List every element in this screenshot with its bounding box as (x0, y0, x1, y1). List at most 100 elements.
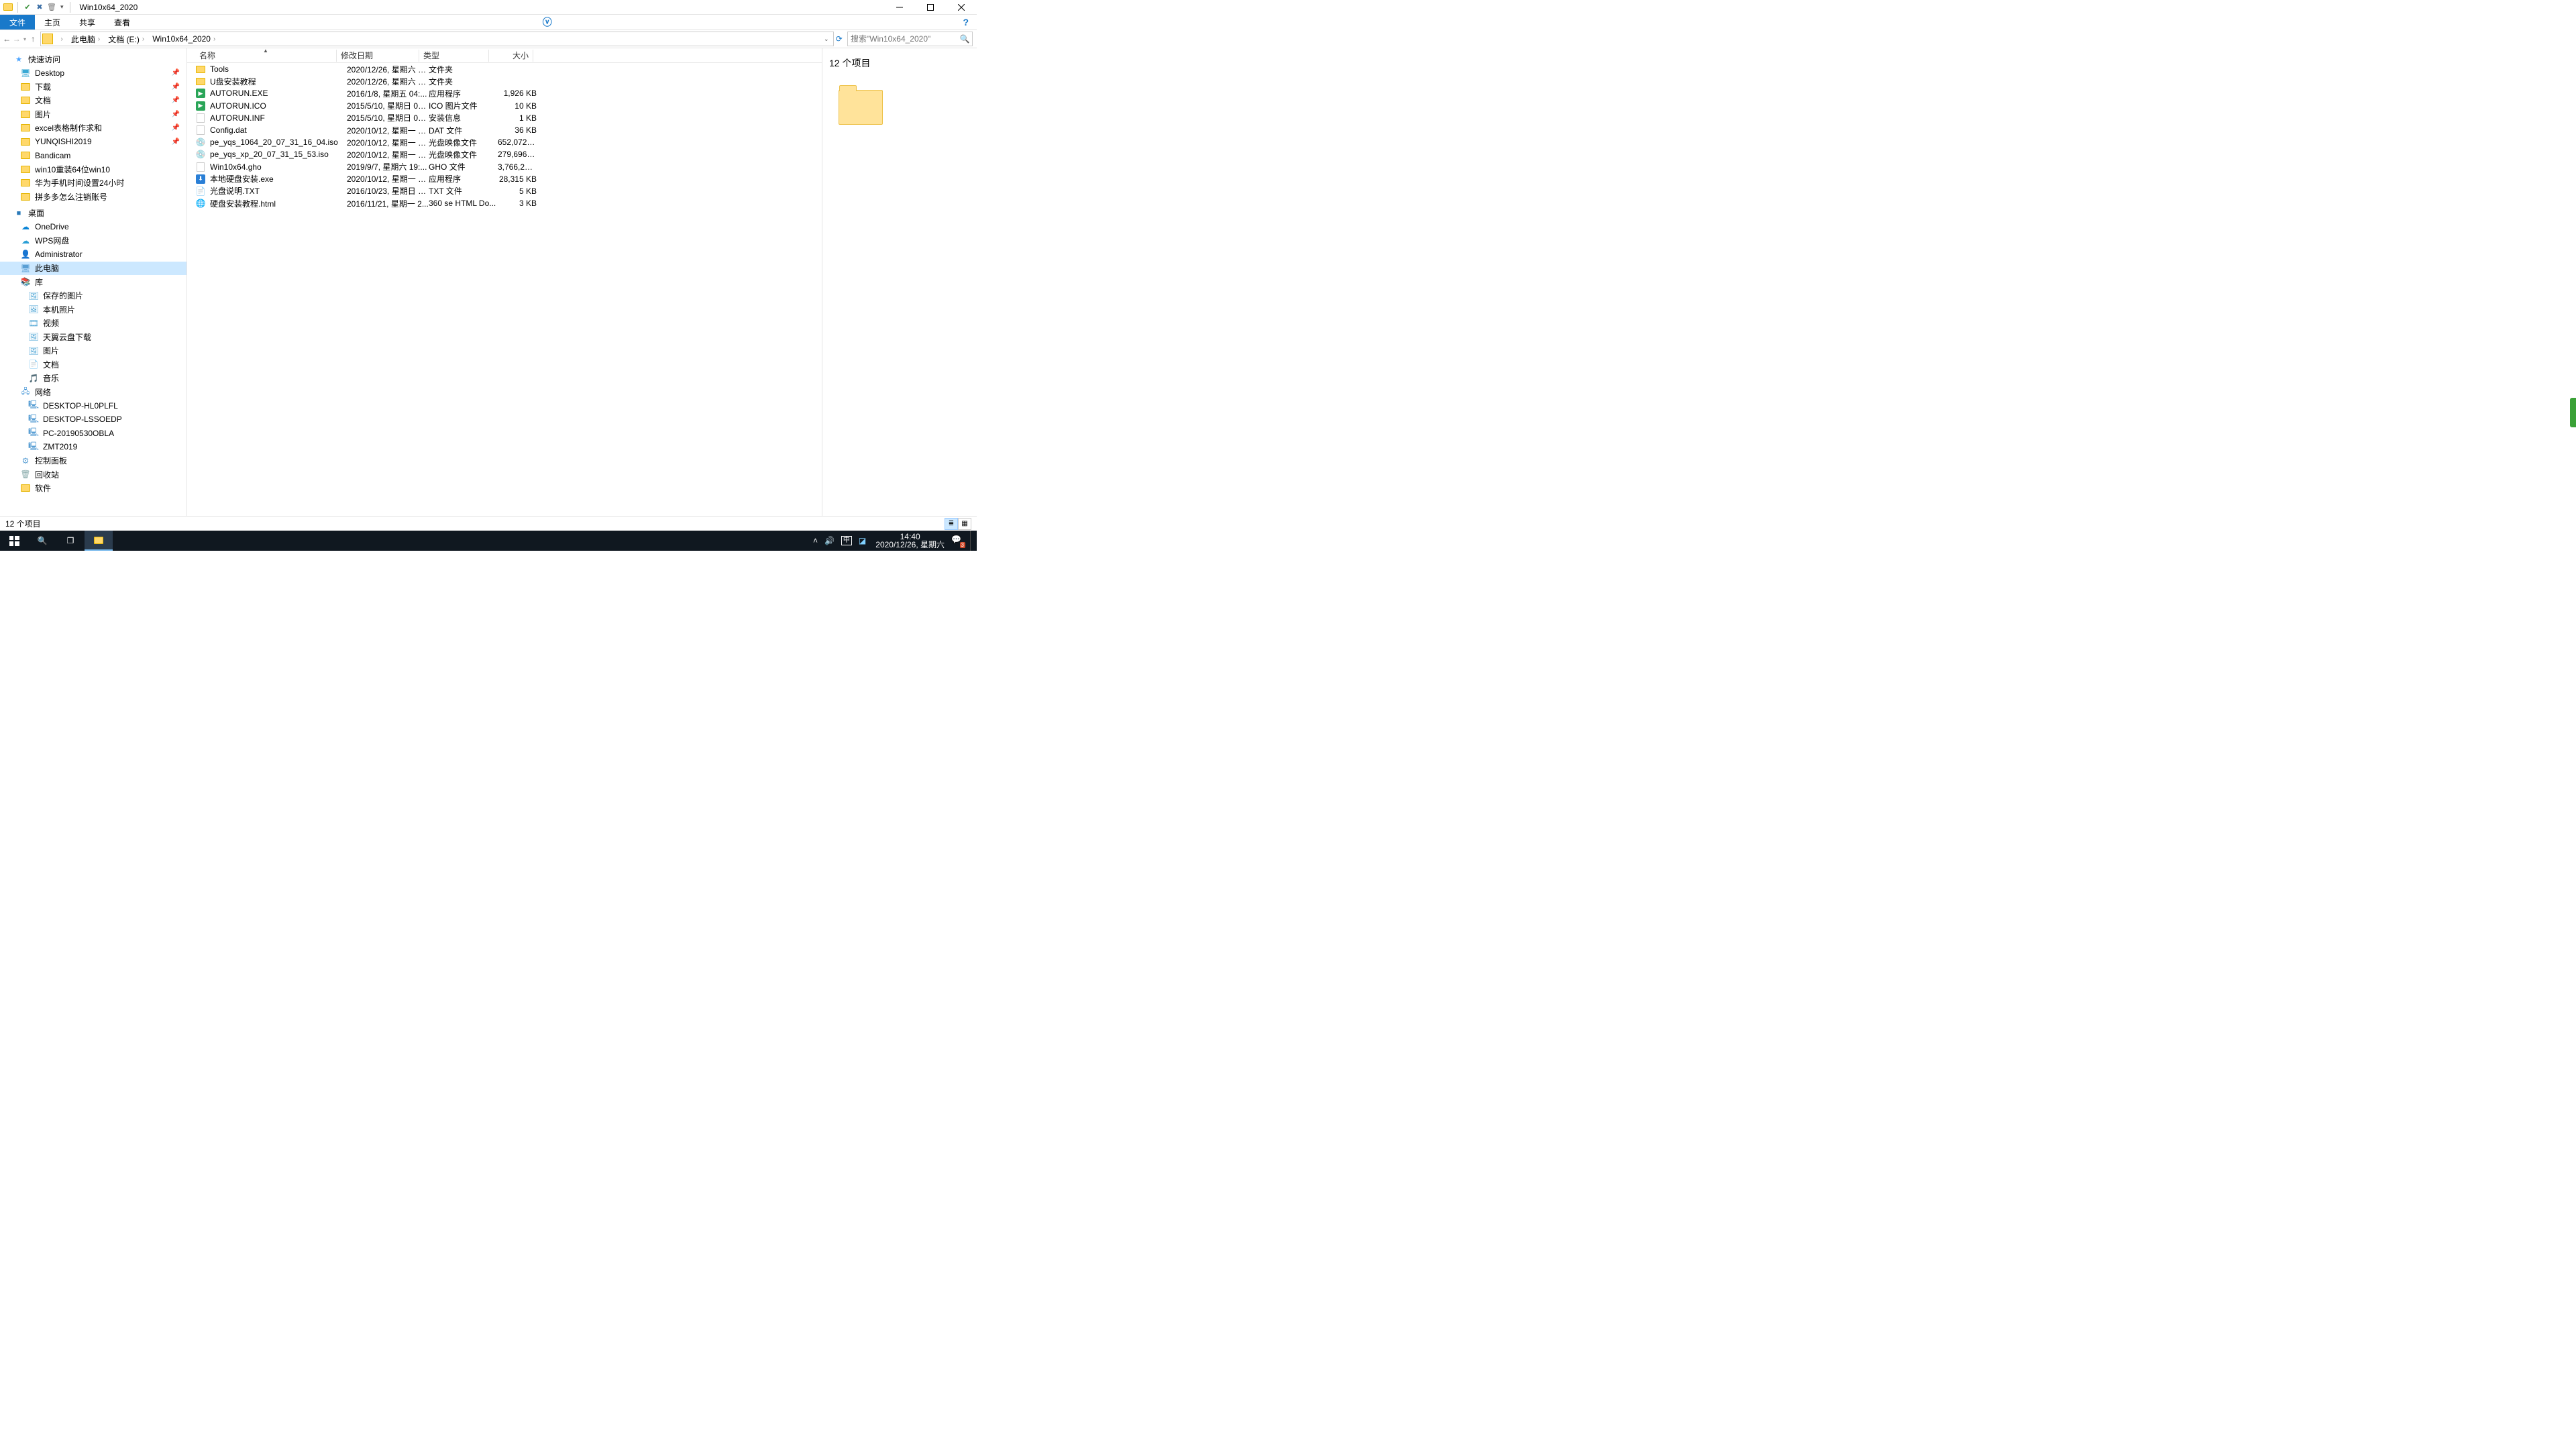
sidebar-item[interactable]: 软件 (0, 482, 186, 496)
search-box[interactable]: 🔍 (847, 32, 973, 46)
ribbon-tab-file[interactable]: 文件 (0, 15, 35, 30)
show-desktop-button[interactable] (970, 531, 974, 551)
file-row[interactable]: Config.dat2020/10/12, 星期一 1...DAT 文件36 K… (187, 124, 822, 136)
tray-app-icon[interactable]: ◪ (859, 536, 866, 545)
column-type[interactable]: 类型 (419, 50, 488, 61)
ribbon-tab-view[interactable]: 查看 (105, 15, 140, 30)
side-tab[interactable] (2570, 398, 2576, 427)
close-button[interactable] (946, 0, 977, 15)
nav-quick-access[interactable]: ★快速访问 (0, 52, 186, 66)
dat-icon (195, 125, 206, 136)
sidebar-item[interactable]: 拼多多怎么注销账号 (0, 190, 186, 204)
file-row[interactable]: Tools2020/12/26, 星期六 1...文件夹 (187, 63, 822, 75)
sidebar-item[interactable]: YUNQISHI2019📌 (0, 135, 186, 149)
address-dropdown-icon[interactable]: ⌄ (821, 36, 832, 43)
sidebar-item[interactable]: ⚙控制面板 (0, 454, 186, 468)
sidebar-item[interactable]: 🖳DESKTOP-HL0PLFL (0, 399, 186, 413)
forward-button[interactable]: → (13, 32, 21, 46)
breadcrumb[interactable]: 文档 (E:)› (105, 34, 150, 45)
file-row[interactable]: Win10x64.gho2019/9/7, 星期六 19:...GHO 文件3,… (187, 161, 822, 173)
sidebar-item[interactable]: 🎵音乐 (0, 372, 186, 386)
sidebar-item[interactable]: 👤Administrator (0, 248, 186, 262)
sidebar-item[interactable]: 🖳ZMT2019 (0, 440, 186, 454)
sidebar-item[interactable]: 📄文档 (0, 358, 186, 372)
breadcrumb[interactable]: Win10x64_2020› (150, 34, 221, 44)
sidebar-item[interactable]: 🖼天翼云盘下载 (0, 330, 186, 344)
ribbon-tab-share[interactable]: 共享 (70, 15, 105, 30)
qat-checkmark-icon[interactable]: ✔ (22, 2, 33, 13)
sidebar-item[interactable]: excel表格制作求和📌 (0, 121, 186, 136)
sidebar-item[interactable]: 🖥此电脑 (0, 262, 186, 276)
refresh-button[interactable]: ⟳ (835, 32, 844, 46)
sidebar-item[interactable]: 华为手机时间设置24小时 (0, 176, 186, 191)
column-size[interactable]: 大小 (489, 50, 533, 61)
start-button[interactable] (0, 531, 28, 551)
sidebar-item[interactable]: 🖼本机照片 (0, 303, 186, 317)
qat-delete-icon[interactable]: ✖ (34, 2, 45, 13)
file-row[interactable]: ▶AUTORUN.ICO2015/5/10, 星期日 02...ICO 图片文件… (187, 100, 822, 112)
breadcrumb[interactable]: 此电脑› (68, 34, 105, 45)
sidebar-item[interactable]: win10重装64位win10 (0, 162, 186, 176)
ribbon-tab-home[interactable]: 主页 (35, 15, 70, 30)
sidebar-item[interactable]: 🗑回收站 (0, 468, 186, 482)
sidebar-item[interactable]: 🖥Desktop📌 (0, 66, 186, 80)
file-row[interactable]: 🌐硬盘安装教程.html2016/11/21, 星期一 2...360 se H… (187, 197, 822, 209)
tray-chevron-up-icon[interactable]: ˄ (813, 536, 818, 545)
back-button[interactable]: ← (3, 32, 11, 46)
clock[interactable]: 14:40 2020/12/26, 星期六 (875, 533, 945, 549)
column-name[interactable]: 名称▲ (195, 50, 336, 61)
chevron-right-icon[interactable]: › (140, 36, 147, 43)
file-row[interactable]: ▶AUTORUN.EXE2016/1/8, 星期五 04:...应用程序1,92… (187, 87, 822, 99)
sidebar-item[interactable]: 🎞视频 (0, 317, 186, 331)
search-input[interactable] (848, 34, 957, 44)
volume-icon[interactable]: 🔊 (824, 536, 835, 545)
chevron-right-icon[interactable]: › (211, 36, 218, 43)
sidebar-item[interactable]: 文档📌 (0, 94, 186, 108)
sidebar-item[interactable]: 🖼保存的图片 (0, 289, 186, 303)
column-date[interactable]: 修改日期 (337, 50, 419, 61)
qat-recycle-icon[interactable]: 🗑 (46, 2, 57, 13)
star-icon: ★ (13, 54, 24, 64)
history-dropdown-icon[interactable]: ▾ (22, 36, 28, 42)
system-tray: ˄ 🔊 中 ◪ 14:40 2020/12/26, 星期六 💬3 (813, 531, 977, 551)
file-row[interactable]: ⬇本地硬盘安装.exe2020/10/12, 星期一 1...应用程序28,31… (187, 173, 822, 185)
sidebar-item[interactable]: ☁WPS网盘 (0, 234, 186, 248)
pic-icon: 🖼 (28, 304, 39, 315)
search-icon[interactable]: 🔍 (957, 34, 972, 44)
up-button[interactable]: ↑ (29, 32, 38, 46)
search-button[interactable]: 🔍 (28, 531, 56, 551)
sidebar-item[interactable]: ☁OneDrive (0, 220, 186, 234)
icofile-icon: ▶ (195, 101, 206, 111)
file-row[interactable]: 💿pe_yqs_xp_20_07_31_15_53.iso2020/10/12,… (187, 148, 822, 160)
sidebar-item[interactable]: 🖳DESKTOP-LSSOEDP (0, 413, 186, 427)
ribbon-expand-icon[interactable]: ⓥ (535, 15, 560, 30)
sidebar-item[interactable]: Bandicam (0, 149, 186, 163)
file-size: 652,072 KB (498, 138, 537, 147)
sidebar-item[interactable]: 🖳PC-20190530OBLA (0, 427, 186, 441)
nav-network[interactable]: 🖧网络 (0, 385, 186, 399)
gho-icon (195, 162, 206, 172)
qat-dropdown-icon[interactable]: ▾ (58, 3, 66, 11)
file-row[interactable]: U盘安装教程2020/12/26, 星期六 1...文件夹 (187, 75, 822, 87)
chevron-right-icon[interactable]: › (58, 36, 66, 43)
file-row[interactable]: 📄光盘说明.TXT2016/10/23, 星期日 0...TXT 文件5 KB (187, 185, 822, 197)
view-details-button[interactable]: ≣ (945, 518, 958, 530)
file-row[interactable]: 💿pe_yqs_1064_20_07_31_16_04.iso2020/10/1… (187, 136, 822, 148)
nav-desktop[interactable]: ■桌面 (0, 207, 186, 221)
sidebar-item[interactable]: 图片📌 (0, 107, 186, 121)
sidebar-item[interactable]: 🖼图片 (0, 344, 186, 358)
minimize-button[interactable] (884, 0, 915, 15)
ribbon-help-icon[interactable]: ? (955, 15, 977, 30)
notifications-button[interactable]: 💬3 (951, 535, 963, 547)
view-thumbnails-button[interactable]: ▦ (958, 518, 971, 530)
file-row[interactable]: AUTORUN.INF2015/5/10, 星期日 02...安装信息1 KB (187, 112, 822, 124)
sidebar-item[interactable]: 下载📌 (0, 80, 186, 94)
sidebar-item[interactable]: 📚库 (0, 275, 186, 289)
task-view-button[interactable]: ❐ (56, 531, 85, 551)
file-type: ICO 图片文件 (429, 100, 498, 111)
address-bar[interactable]: › 此电脑› 文档 (E:)› Win10x64_2020› ⌄ (40, 32, 834, 46)
file-explorer-taskbar[interactable] (85, 531, 113, 551)
maximize-button[interactable] (915, 0, 946, 15)
chevron-right-icon[interactable]: › (95, 36, 103, 43)
ime-indicator[interactable]: 中 (841, 536, 852, 545)
